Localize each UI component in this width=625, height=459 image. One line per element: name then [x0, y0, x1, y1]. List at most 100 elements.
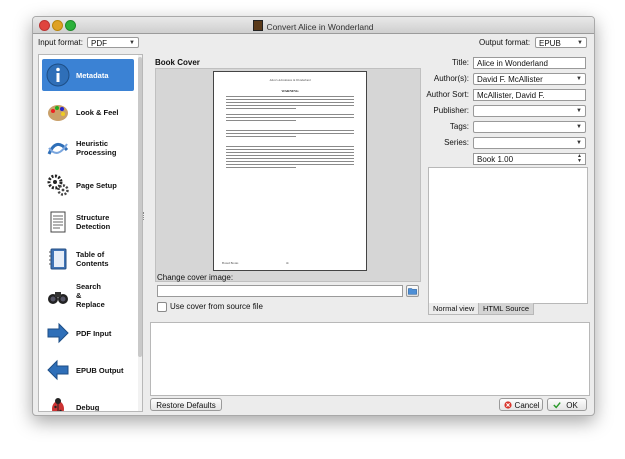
arrow-left-icon [47, 359, 69, 381]
stepper-arrows-icon[interactable]: ▲ ▼ [577, 154, 582, 164]
title-label: Title: [451, 58, 469, 67]
chevron-down-icon: ▼ [577, 40, 583, 46]
publisher-label: Publisher: [433, 106, 469, 115]
cover-text-line [226, 155, 354, 156]
ok-label: OK [566, 401, 578, 410]
tags-combo[interactable]: ▼ [473, 121, 586, 133]
book-cover-heading: Book Cover [155, 58, 200, 67]
cover-path-input[interactable] [157, 285, 403, 297]
cover-text-line [226, 108, 296, 109]
sidebar-item-table-of-contents[interactable]: Table of Contents [42, 243, 134, 275]
splitter-handle[interactable] [143, 212, 146, 220]
cover-text-line [226, 102, 354, 103]
bug-icon [52, 398, 64, 411]
document-icon [50, 211, 66, 233]
sidebar-item-debug[interactable]: Debug [42, 391, 134, 412]
cover-page-footer-right: iii [286, 261, 289, 265]
input-format-select[interactable]: PDF ▼ [87, 37, 139, 48]
gears-icon [47, 174, 69, 196]
cover-text-line [226, 152, 354, 153]
sidebar-item-label: Metadata [76, 71, 109, 80]
sidebar-item-label: Table of Contents [76, 250, 109, 268]
window-title-text: Convert Alice in Wonderland [266, 22, 374, 32]
tab-normal-view[interactable]: Normal view [428, 303, 480, 315]
sidebar-item-page-setup[interactable]: Page Setup [42, 169, 134, 201]
sidebar-scrollbar-thumb[interactable] [138, 57, 142, 357]
cover-page-heading: WARNING [281, 89, 299, 93]
cover-text-line [226, 167, 296, 168]
output-format-select[interactable]: EPUB ▼ [535, 37, 587, 48]
cover-text-line [226, 105, 354, 106]
cover-text-line [226, 158, 354, 159]
cover-text-line [226, 114, 354, 115]
comments-editor[interactable] [428, 167, 588, 304]
use-source-cover-checkbox[interactable] [157, 302, 167, 312]
sidebar-item-look-feel[interactable]: Look & Feel [42, 96, 134, 128]
series-index-spinbox[interactable]: Book 1.00 ▲ ▼ [473, 153, 586, 165]
cover-text-line [226, 161, 354, 162]
sidebar-item-label: Heuristic Processing [76, 139, 117, 157]
heuristics-icon [47, 143, 69, 155]
browse-cover-button[interactable] [406, 285, 419, 297]
sidebar-item-label: Look & Feel [76, 108, 119, 117]
authors-label: Author(s): [433, 74, 469, 83]
tags-label: Tags: [449, 122, 469, 131]
cover-preview: Alice's Adventures in Wonderland WARNING… [155, 68, 421, 282]
notebook-icon [49, 248, 67, 270]
sidebar-item-label: EPUB Output [76, 366, 124, 375]
folder-icon [408, 288, 417, 295]
convert-dialog: Convert Alice in Wonderland Input format… [32, 16, 595, 416]
cover-page-image: Alice's Adventures in Wonderland WARNING… [213, 71, 367, 271]
sidebar-item-pdf-input[interactable]: PDF Input [42, 317, 134, 349]
sidebar-scrollbar[interactable] [138, 55, 142, 411]
sidebar-item-label: Search & Replace [76, 282, 105, 309]
cover-text-line [226, 99, 354, 100]
title-input[interactable]: Alice in Wonderland [473, 57, 586, 69]
cover-text-line [226, 133, 354, 134]
cover-text-line [226, 96, 354, 97]
author-sort-input[interactable]: McAllister, David F. [473, 89, 586, 101]
sidebar-item-search-replace[interactable]: Search & Replace [42, 280, 134, 312]
cover-text-line [226, 149, 354, 150]
series-combo[interactable]: ▼ [473, 137, 586, 149]
cover-text-line [226, 164, 354, 165]
series-label: Series: [444, 138, 469, 147]
publisher-combo[interactable]: ▼ [473, 105, 586, 117]
sidebar: Metadata Look & Feel Heuristic Processin… [38, 54, 143, 412]
window-title: Convert Alice in Wonderland [33, 20, 594, 32]
sidebar-item-label: PDF Input [76, 329, 112, 338]
sidebar-item-metadata[interactable]: Metadata [42, 59, 134, 91]
input-format-value: PDF [91, 39, 107, 48]
sidebar-item-structure-detection[interactable]: Structure Detection [42, 206, 134, 238]
arrow-right-icon [47, 322, 69, 344]
restore-defaults-button[interactable]: Restore Defaults [150, 398, 222, 411]
cancel-icon [504, 401, 512, 409]
change-cover-label: Change cover image: [157, 273, 234, 282]
use-source-cover-label: Use cover from source file [170, 302, 263, 311]
tab-html-source[interactable]: HTML Source [478, 303, 534, 315]
chevron-down-icon: ▼ [576, 76, 582, 82]
input-format-label: Input format: [38, 38, 83, 47]
paint-palette-icon [48, 105, 68, 121]
authors-value: David F. McAllister [477, 75, 543, 84]
cover-page-footer-left: Boxed Books [222, 261, 239, 265]
chevron-down-icon: ▼ [576, 108, 582, 114]
help-panel [150, 322, 590, 396]
ok-button[interactable]: OK [547, 398, 587, 411]
sidebar-item-label: Debug [76, 403, 100, 412]
binoculars-icon [48, 292, 68, 304]
cancel-label: Cancel [514, 401, 540, 410]
sidebar-item-heuristic-processing[interactable]: Heuristic Processing [42, 132, 134, 164]
series-index-value: Book 1.00 [477, 155, 514, 164]
sidebar-item-label: Structure Detection [76, 213, 111, 231]
author-sort-label: Author Sort: [426, 90, 469, 99]
sidebar-item-label: Page Setup [76, 181, 117, 190]
info-icon [46, 63, 70, 87]
cover-text-line [226, 146, 354, 147]
authors-combo[interactable]: David F. McAllister ▼ [473, 73, 586, 85]
sidebar-item-epub-output[interactable]: EPUB Output [42, 354, 134, 386]
cover-text-line [226, 136, 296, 137]
cancel-button[interactable]: Cancel [499, 398, 543, 411]
chevron-down-icon: ▼ [576, 140, 582, 146]
output-format-value: EPUB [539, 39, 561, 48]
